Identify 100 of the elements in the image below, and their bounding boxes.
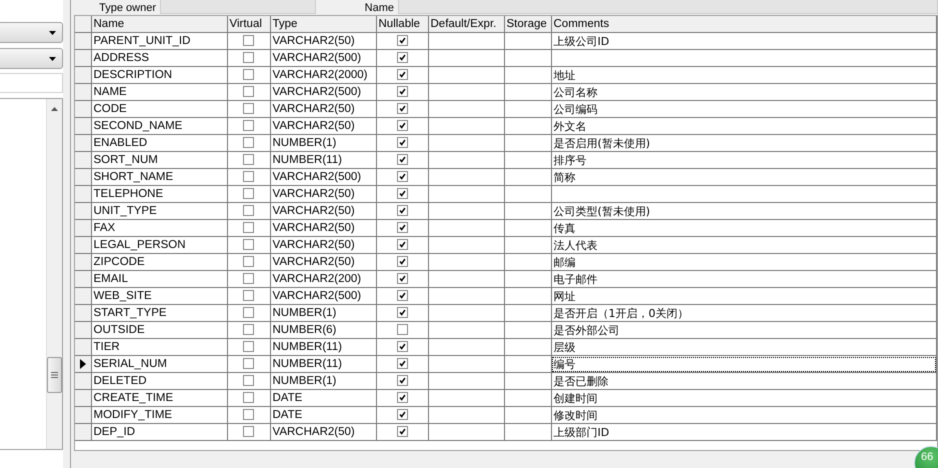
dropdown[interactable] (0, 22, 63, 43)
table-cell: ZIPCODE (91, 254, 227, 270)
scrollbar[interactable] (46, 99, 62, 449)
table-cell: 公司编码 (551, 100, 936, 118)
table-cell: PARENT_UNIT_ID (91, 32, 227, 50)
checkbox[interactable] (396, 392, 408, 404)
column-header[interactable]: Name (91, 16, 227, 32)
column-header[interactable]: Storage (504, 16, 551, 32)
checkbox[interactable] (396, 103, 408, 114)
checkbox[interactable] (243, 137, 254, 148)
up-arrow-icon[interactable] (50, 107, 58, 111)
column-header[interactable]: Virtual (227, 16, 270, 32)
table-cell: DESCRIPTION (91, 66, 227, 84)
checkbox[interactable] (396, 273, 408, 284)
checkbox[interactable] (243, 256, 254, 268)
table-cell: WEB_SITE (91, 288, 227, 304)
checkbox[interactable] (243, 154, 254, 166)
table-cell: ENABLED (91, 134, 227, 152)
checkbox[interactable] (243, 222, 254, 234)
table-cell: TIER (91, 338, 227, 356)
checkbox[interactable] (243, 103, 254, 114)
checkbox[interactable] (243, 307, 254, 318)
table-cell: VARCHAR2(50) (270, 32, 376, 50)
checkbox[interactable] (396, 222, 408, 234)
checkbox[interactable] (243, 171, 254, 182)
checkbox[interactable] (243, 426, 254, 438)
table-cell: SERIAL_NUM (91, 356, 227, 372)
column-header[interactable]: Nullable (376, 16, 428, 32)
checkbox[interactable] (396, 409, 408, 420)
checkbox[interactable] (396, 120, 408, 132)
table-cell: 是否外部公司 (551, 322, 936, 338)
checkbox[interactable] (396, 307, 408, 318)
checkbox[interactable] (243, 290, 254, 302)
table-cell: 层级 (551, 338, 936, 356)
table-cell: LEGAL_PERSON (91, 236, 227, 254)
table-cell: OUTSIDE (91, 322, 227, 338)
table-cell: ADDRESS (91, 50, 227, 66)
checkbox[interactable] (396, 324, 408, 336)
column-header[interactable]: Comments (551, 16, 936, 32)
checkbox[interactable] (243, 52, 254, 64)
grip-icon (50, 372, 58, 378)
checkbox[interactable] (396, 375, 408, 386)
checkbox[interactable] (243, 392, 254, 404)
table-cell: DELETED (91, 372, 227, 390)
table-cell: 排序号 (551, 152, 936, 168)
checkbox[interactable] (243, 239, 254, 250)
table-cell: SHORT_NAME (91, 168, 227, 186)
table-cell: VARCHAR2(50) (270, 220, 376, 236)
table-cell: EMAIL (91, 270, 227, 288)
table-cell: SECOND_NAME (91, 118, 227, 134)
checkbox[interactable] (243, 358, 254, 370)
checkbox[interactable] (396, 426, 408, 438)
table-cell: 是否开启（1开启，0关闭） (551, 304, 936, 322)
row-header[interactable] (75, 356, 91, 372)
checkbox[interactable] (243, 273, 254, 284)
checkbox[interactable] (243, 120, 254, 132)
checkbox[interactable] (396, 358, 408, 370)
checkbox[interactable] (396, 290, 408, 302)
scroll-thumb[interactable] (46, 357, 62, 393)
checkbox[interactable] (243, 188, 254, 200)
checkbox[interactable] (396, 205, 408, 216)
table-cell: CREATE_TIME (91, 390, 227, 406)
checkbox[interactable] (396, 154, 408, 166)
checkbox[interactable] (396, 69, 408, 80)
input-field[interactable] (0, 73, 63, 93)
checkbox[interactable] (396, 239, 408, 250)
table-cell: VARCHAR2(500) (270, 50, 376, 66)
table-cell: 创建时间 (551, 390, 936, 406)
checkbox[interactable] (243, 35, 254, 46)
table-cell: DATE (270, 406, 376, 424)
checkbox[interactable] (243, 341, 254, 352)
dropdown[interactable] (0, 48, 63, 69)
checkbox[interactable] (396, 188, 408, 200)
checkbox[interactable] (243, 205, 254, 216)
table-cell: NUMBER(1) (270, 304, 376, 322)
checkbox[interactable] (396, 137, 408, 148)
checkbox[interactable] (396, 171, 408, 182)
table-cell: VARCHAR2(50) (270, 236, 376, 254)
checkbox[interactable] (396, 35, 408, 46)
column-header[interactable]: Type (270, 16, 376, 32)
checkbox[interactable] (243, 324, 254, 336)
checkbox[interactable] (396, 256, 408, 268)
input-field[interactable] (398, 0, 938, 14)
input-field[interactable] (160, 0, 316, 14)
checkbox[interactable] (243, 69, 254, 80)
table-cell: 电子邮件 (551, 270, 936, 288)
checkbox[interactable] (396, 341, 408, 352)
table-cell: 是否启用(暂未使用) (551, 134, 936, 152)
column-header[interactable]: Default/Expr. (428, 16, 504, 32)
table-cell: 网址 (551, 288, 936, 304)
table-cell: UNIT_TYPE (91, 202, 227, 220)
checkbox[interactable] (243, 409, 254, 420)
checkbox[interactable] (396, 86, 408, 98)
checkbox[interactable] (243, 86, 254, 98)
checkbox[interactable] (243, 375, 254, 386)
table-cell: VARCHAR2(50) (270, 254, 376, 270)
checkbox[interactable] (396, 52, 408, 64)
table-cell: DATE (270, 390, 376, 406)
table-cell: TELEPHONE (91, 186, 227, 202)
table-cell: NUMBER(11) (270, 356, 376, 372)
